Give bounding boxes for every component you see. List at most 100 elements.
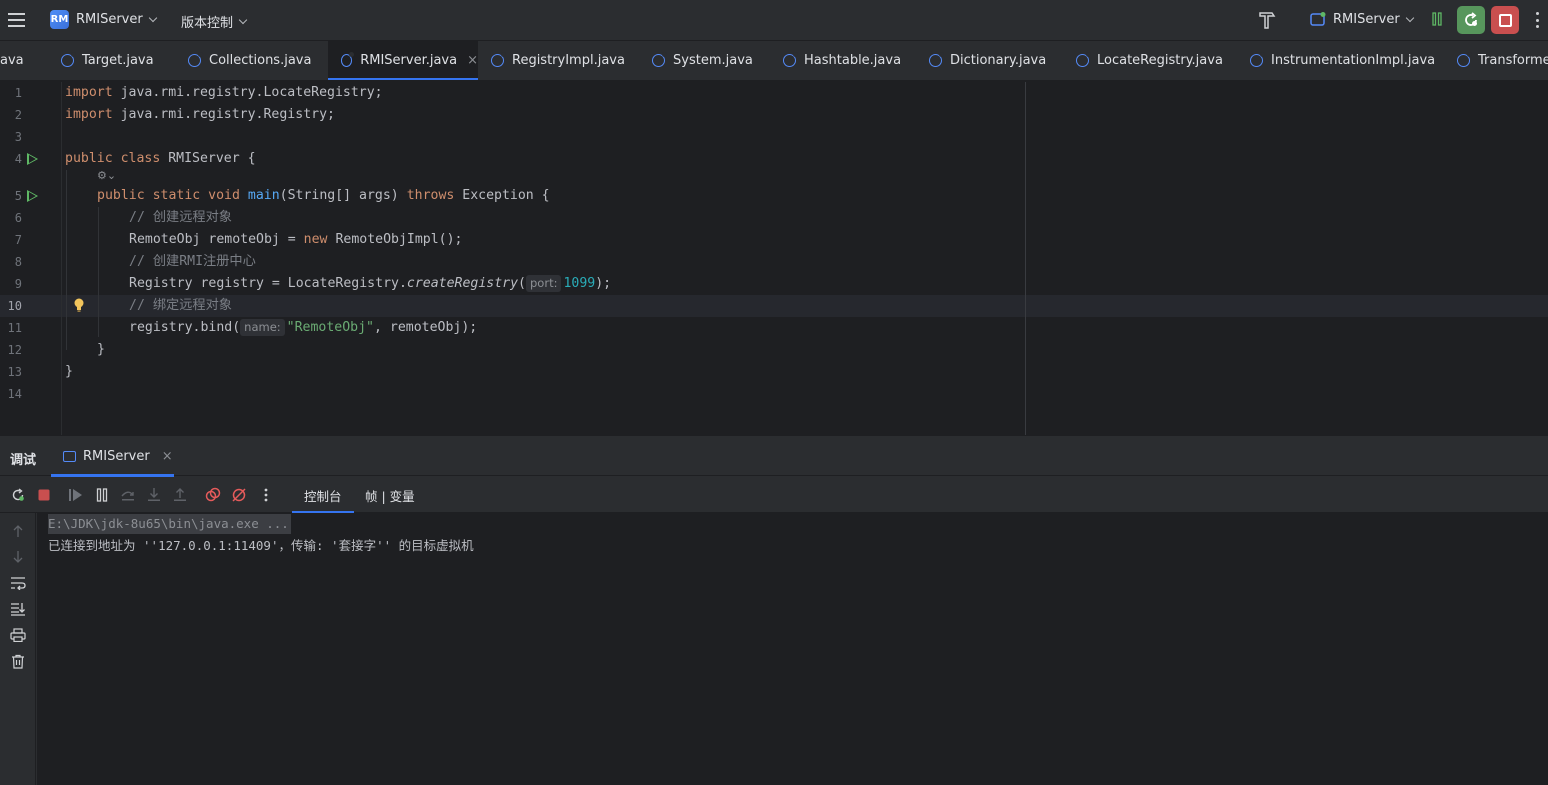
run-class-gutter-icon[interactable] bbox=[27, 153, 38, 165]
editor-tab[interactable]: Hashtable.java bbox=[783, 41, 901, 80]
run-config-icon bbox=[1310, 12, 1326, 26]
project-selector[interactable]: RMIServer bbox=[76, 12, 157, 27]
session-label: RMIServer bbox=[83, 448, 150, 464]
editor-tab-active[interactable]: RMIServer.java × bbox=[328, 41, 478, 80]
editor-tab[interactable]: Transformer bbox=[1457, 41, 1548, 80]
function-name: main bbox=[247, 188, 280, 203]
current-line-highlight bbox=[0, 295, 1548, 317]
code-line-1: import java.rmi.registry.LocateRegistry; bbox=[65, 82, 383, 104]
editor-tab-bar: ava Target.java Collections.java RMIServ… bbox=[0, 41, 1548, 81]
line-number-current: 10 bbox=[7, 299, 22, 313]
close-session-icon[interactable]: × bbox=[162, 449, 173, 464]
print-icon[interactable] bbox=[10, 627, 26, 643]
scroll-down-icon[interactable] bbox=[10, 549, 26, 565]
step-into-icon[interactable] bbox=[146, 487, 162, 503]
class-icon bbox=[783, 52, 798, 67]
debug-tool-window: 调试 RMIServer × 控制台 帧 | 变量 E:\JDK\jdk-8u6… bbox=[0, 435, 1548, 785]
lightbulb-icon[interactable] bbox=[73, 298, 85, 312]
run-main-gutter-icon[interactable] bbox=[27, 190, 38, 202]
editor-tab[interactable]: System.java bbox=[652, 41, 753, 80]
editor-tab[interactable]: Collections.java bbox=[188, 41, 311, 80]
code-line-5: public static void main(String[] args) t… bbox=[97, 185, 550, 207]
indent-guide bbox=[98, 207, 99, 337]
stop-button[interactable] bbox=[1491, 6, 1519, 34]
code-line-7: RemoteObj remoteObj = new RemoteObjImpl(… bbox=[129, 229, 462, 251]
tab-label: RegistryImpl.java bbox=[512, 53, 625, 68]
vcs-menu[interactable]: 版本控制 bbox=[181, 12, 248, 31]
tab-label: RMIServer.java bbox=[360, 53, 458, 68]
title-bar: RM RMIServer 版本控制 RMIServer bbox=[0, 0, 1548, 41]
project-name: RMIServer bbox=[76, 12, 143, 27]
parameter-hint: port: bbox=[526, 275, 562, 292]
step-out-icon[interactable] bbox=[172, 487, 188, 503]
rerun-debug-button[interactable] bbox=[1457, 6, 1485, 34]
console-output[interactable]: E:\JDK\jdk-8u65\bin\java.exe ... 已连接到地址为… bbox=[37, 513, 1548, 785]
keyword: import bbox=[65, 107, 113, 122]
more-options-icon[interactable] bbox=[258, 487, 274, 503]
run-config-icon bbox=[63, 450, 76, 462]
line-number: 4 bbox=[14, 152, 22, 166]
main-menu-icon[interactable] bbox=[6, 10, 26, 30]
tab-label: System.java bbox=[673, 53, 753, 68]
editor-tab[interactable]: InstrumentationImpl.java bbox=[1250, 41, 1435, 80]
tab-label: Hashtable.java bbox=[804, 53, 902, 68]
keyword: throws bbox=[406, 188, 455, 203]
tab-frames-variables[interactable]: 帧 | 变量 bbox=[365, 477, 415, 513]
code-line-6: // 创建远程对象 bbox=[129, 210, 232, 225]
resume-icon[interactable] bbox=[68, 487, 84, 503]
rerun-icon[interactable] bbox=[10, 487, 26, 503]
class-icon bbox=[1250, 52, 1265, 67]
code-line-8: // 创建RMI注册中心 bbox=[129, 254, 256, 269]
keyword: public class bbox=[65, 151, 161, 166]
run-config-selector[interactable]: RMIServer bbox=[1333, 12, 1414, 27]
code-text: java.rmi.registry.LocateRegistry; bbox=[112, 85, 383, 100]
line-number: 6 bbox=[14, 211, 22, 225]
pause-icon[interactable] bbox=[94, 487, 110, 503]
more-actions-icon[interactable] bbox=[1534, 12, 1540, 28]
clear-all-trash-icon[interactable] bbox=[10, 653, 26, 669]
line-number: 1 bbox=[14, 86, 22, 100]
close-tab-icon[interactable]: × bbox=[467, 53, 478, 68]
editor-tab[interactable]: ava bbox=[0, 41, 42, 80]
chevron-down-icon bbox=[148, 13, 157, 22]
tab-label: Dictionary.java bbox=[950, 53, 1047, 68]
build-hammer-icon[interactable] bbox=[1257, 10, 1277, 30]
code-editor[interactable]: 1 2 3 4 5 6 7 8 9 10 11 12 13 14 ⚙⌄ impo… bbox=[0, 82, 1548, 435]
tab-label: LocateRegistry.java bbox=[1097, 53, 1223, 68]
mute-breakpoints-icon[interactable] bbox=[231, 487, 247, 503]
editor-tab[interactable]: RegistryImpl.java bbox=[491, 41, 625, 80]
code-text: (String[] args) bbox=[279, 188, 407, 203]
line-number: 7 bbox=[14, 233, 22, 247]
debug-session-tab[interactable]: RMIServer × bbox=[51, 436, 174, 477]
pause-icon[interactable] bbox=[1430, 12, 1444, 26]
code-line-11: registry.bind(name: "RemoteObj", remoteOb… bbox=[129, 317, 477, 339]
rerun-icon bbox=[1465, 12, 1477, 26]
code-text: ); bbox=[595, 276, 612, 291]
soft-wrap-icon[interactable] bbox=[10, 575, 26, 591]
class-icon bbox=[341, 52, 355, 67]
scroll-to-end-icon[interactable] bbox=[10, 601, 26, 617]
debug-header: 调试 RMIServer × bbox=[0, 436, 1548, 477]
code-text: RemoteObjImpl(); bbox=[327, 232, 463, 247]
keyword: import bbox=[65, 85, 113, 100]
indent-guide bbox=[66, 170, 67, 350]
project-badge-icon[interactable]: RM bbox=[50, 10, 69, 29]
step-over-icon[interactable] bbox=[120, 487, 136, 503]
code-vision-icon[interactable]: ⚙⌄ bbox=[97, 169, 116, 182]
class-icon bbox=[1076, 52, 1091, 67]
tab-console[interactable]: 控制台 bbox=[292, 477, 353, 514]
keyword: public static void bbox=[97, 188, 240, 203]
view-breakpoints-icon[interactable] bbox=[205, 487, 221, 503]
console-command-line[interactable]: E:\JDK\jdk-8u65\bin\java.exe ... bbox=[48, 514, 291, 534]
line-number: 11 bbox=[7, 321, 22, 335]
editor-tab[interactable]: Target.java bbox=[61, 41, 154, 80]
editor-tab[interactable]: LocateRegistry.java bbox=[1076, 41, 1223, 80]
line-number: 13 bbox=[7, 365, 22, 379]
stop-icon[interactable] bbox=[36, 487, 52, 503]
debug-toolbar: 控制台 帧 | 变量 bbox=[0, 477, 1548, 514]
tab-label: Transformer bbox=[1478, 53, 1548, 68]
line-number: 14 bbox=[7, 387, 22, 401]
scroll-up-icon[interactable] bbox=[10, 523, 26, 539]
code-text: java.rmi.registry.Registry; bbox=[112, 107, 335, 122]
editor-tab[interactable]: Dictionary.java bbox=[929, 41, 1046, 80]
